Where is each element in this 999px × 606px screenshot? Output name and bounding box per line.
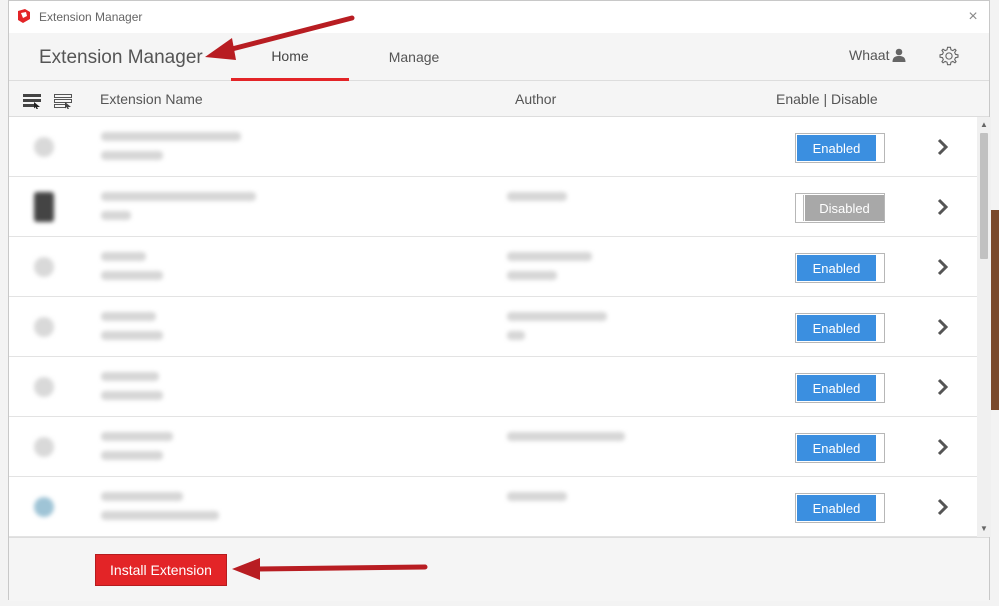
list-item[interactable]: Enabled xyxy=(9,237,977,297)
background-model xyxy=(990,210,999,410)
extension-meta-redacted xyxy=(101,271,163,280)
close-button[interactable]: × xyxy=(963,7,983,27)
extension-name-redacted xyxy=(101,492,183,501)
extension-manager-window: Extension Manager × Extension Manager Ho… xyxy=(8,0,991,601)
extension-name-redacted xyxy=(101,252,146,261)
extension-meta-redacted xyxy=(101,451,163,460)
extension-icon xyxy=(34,192,54,222)
extension-icon xyxy=(34,317,54,337)
column-author[interactable]: Author xyxy=(515,91,556,107)
extension-name-redacted xyxy=(101,192,256,201)
toggle-label: Enabled xyxy=(797,315,876,341)
list-item[interactable]: Enabled xyxy=(9,477,977,537)
chevron-right-icon[interactable] xyxy=(933,315,953,339)
extension-icon xyxy=(34,377,54,397)
extension-name-redacted xyxy=(101,432,173,441)
extension-meta-redacted xyxy=(101,211,131,220)
list-item[interactable]: Disabled xyxy=(9,177,977,237)
enable-toggle[interactable]: Enabled xyxy=(795,133,885,163)
extension-author-redacted xyxy=(507,252,592,261)
toggle-label: Enabled xyxy=(797,135,876,161)
extension-name-redacted xyxy=(101,372,159,381)
window-title: Extension Manager xyxy=(39,10,143,24)
enable-toggle[interactable]: Enabled xyxy=(795,253,885,283)
chevron-right-icon[interactable] xyxy=(933,495,953,519)
enable-toggle[interactable]: Enabled xyxy=(795,433,885,463)
list-compact-view-icon[interactable] xyxy=(54,93,72,109)
extension-icon xyxy=(34,257,54,277)
enable-toggle[interactable]: Disabled xyxy=(795,193,885,223)
toggle-label: Enabled xyxy=(797,375,876,401)
footer: Install Extension xyxy=(9,537,989,601)
list-item[interactable]: Enabled xyxy=(9,297,977,357)
toggle-label: Enabled xyxy=(797,435,876,461)
extension-author-redacted xyxy=(507,271,557,280)
extension-meta-redacted xyxy=(101,331,163,340)
scroll-down-icon[interactable]: ▼ xyxy=(977,521,991,535)
page-title: Extension Manager xyxy=(39,47,203,68)
extension-icon xyxy=(34,497,54,517)
user-icon xyxy=(892,48,906,62)
chevron-right-icon[interactable] xyxy=(933,375,953,399)
user-account[interactable]: Whaat xyxy=(849,47,906,63)
tab-manage-label: Manage xyxy=(388,49,440,65)
title-bar: Extension Manager × xyxy=(9,1,989,33)
enable-toggle[interactable]: Enabled xyxy=(795,313,885,343)
scroll-up-icon[interactable]: ▲ xyxy=(977,117,991,131)
enable-toggle[interactable]: Enabled xyxy=(795,493,885,523)
list-detail-view-icon[interactable] xyxy=(23,93,41,109)
extension-author-redacted xyxy=(507,331,525,340)
extension-name-redacted xyxy=(101,312,156,321)
list-item[interactable]: Enabled xyxy=(9,417,977,477)
close-icon: × xyxy=(968,8,978,25)
column-enable-disable: Enable | Disable xyxy=(776,91,878,107)
install-extension-button[interactable]: Install Extension xyxy=(95,554,227,586)
column-header-row: Extension Name Author Enable | Disable xyxy=(9,81,989,117)
extension-name-redacted xyxy=(101,132,241,141)
extension-meta-redacted xyxy=(101,151,163,160)
tab-home-label: Home xyxy=(271,47,309,64)
chevron-right-icon[interactable] xyxy=(933,435,953,459)
extension-meta-redacted xyxy=(101,511,219,520)
chevron-right-icon[interactable] xyxy=(933,255,953,279)
toggle-label: Enabled xyxy=(797,255,876,281)
enable-toggle[interactable]: Enabled xyxy=(795,373,885,403)
extension-author-redacted xyxy=(507,192,567,201)
user-name: Whaat xyxy=(849,47,890,63)
toggle-label: Disabled xyxy=(805,195,884,221)
toggle-knob xyxy=(797,195,804,221)
list-item[interactable]: Enabled xyxy=(9,357,977,417)
extension-author-redacted xyxy=(507,312,607,321)
column-extension-name[interactable]: Extension Name xyxy=(100,91,203,107)
extension-icon xyxy=(34,437,54,457)
extension-author-redacted xyxy=(507,492,567,501)
list-item[interactable]: Enabled xyxy=(9,117,977,177)
tab-home[interactable]: Home xyxy=(231,33,349,81)
toggle-label: Enabled xyxy=(797,495,876,521)
header: Extension Manager Home Manage Whaat xyxy=(9,33,989,81)
extension-list: Enabled Disabled Enabled Enabled Enabled… xyxy=(9,117,977,537)
extension-icon xyxy=(34,137,54,157)
scroll-thumb[interactable] xyxy=(980,133,988,259)
chevron-right-icon[interactable] xyxy=(933,195,953,219)
extension-meta-redacted xyxy=(101,391,163,400)
chevron-right-icon[interactable] xyxy=(933,135,953,159)
extension-author-redacted xyxy=(507,432,625,441)
list-scrollbar[interactable]: ▲ ▼ xyxy=(977,117,991,537)
gear-icon[interactable] xyxy=(938,45,960,67)
sketchup-logo-icon xyxy=(18,9,30,23)
tab-manage[interactable]: Manage xyxy=(369,33,459,81)
